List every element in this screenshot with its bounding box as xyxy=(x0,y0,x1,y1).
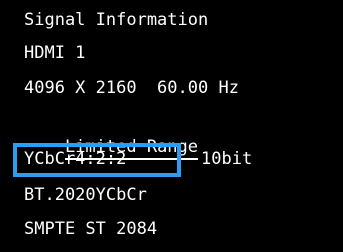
signal-range: Limited Range xyxy=(24,111,199,160)
resolution-refresh-rate: 4096 X 2160 60.00 Hz xyxy=(24,78,239,98)
color-format: YCbCr4:2:2 xyxy=(24,149,127,169)
input-source: HDMI 1 xyxy=(24,43,86,63)
colorimetry: BT.2020YCbCr xyxy=(24,185,147,205)
panel-title: Signal Information xyxy=(24,10,209,30)
eotf: SMPTE ST 2084 xyxy=(24,219,158,239)
signal-information-panel: Signal Information HDMI 1 4096 X 2160 60… xyxy=(0,0,343,252)
bit-depth: 10bit xyxy=(201,149,253,169)
